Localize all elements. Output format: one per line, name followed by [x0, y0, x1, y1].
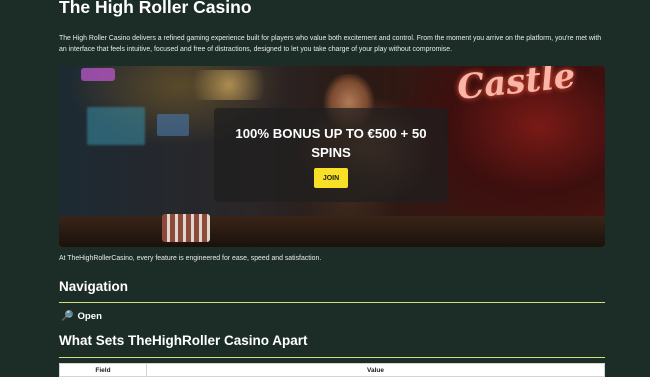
background-screen — [87, 107, 145, 145]
join-button[interactable]: JOIN — [314, 168, 348, 188]
navigation-open-label: Open — [77, 311, 102, 322]
promo-box: 100% BONUS UP TO €500 + 50 SPINS JOIN — [214, 108, 448, 202]
navigation-heading: Navigation — [59, 279, 129, 294]
navigation-open-toggle[interactable]: 🔎 Open — [61, 311, 102, 322]
divider — [59, 302, 605, 303]
promo-text: 100% BONUS UP TO €500 + 50 SPINS — [235, 126, 427, 160]
features-heading: What Sets TheHighRoller Casino Apart — [59, 333, 308, 348]
hero-banner: Castle 100% BONUS UP TO €500 + 50 SPINS … — [59, 66, 605, 247]
neon-light — [81, 68, 115, 81]
neon-sign: Castle — [455, 66, 578, 109]
background-screen — [157, 114, 189, 136]
hero-caption: At TheHighRollerCasino, every feature is… — [59, 255, 322, 262]
intro-paragraph: The High Roller Casino delivers a refine… — [59, 35, 602, 53]
casino-table — [59, 216, 605, 247]
search-icon: 🔎 — [61, 311, 74, 322]
divider — [59, 357, 605, 358]
chip-stack — [162, 214, 210, 242]
ceiling-lights — [179, 70, 279, 100]
page-title: The High Roller Casino — [59, 0, 252, 17]
